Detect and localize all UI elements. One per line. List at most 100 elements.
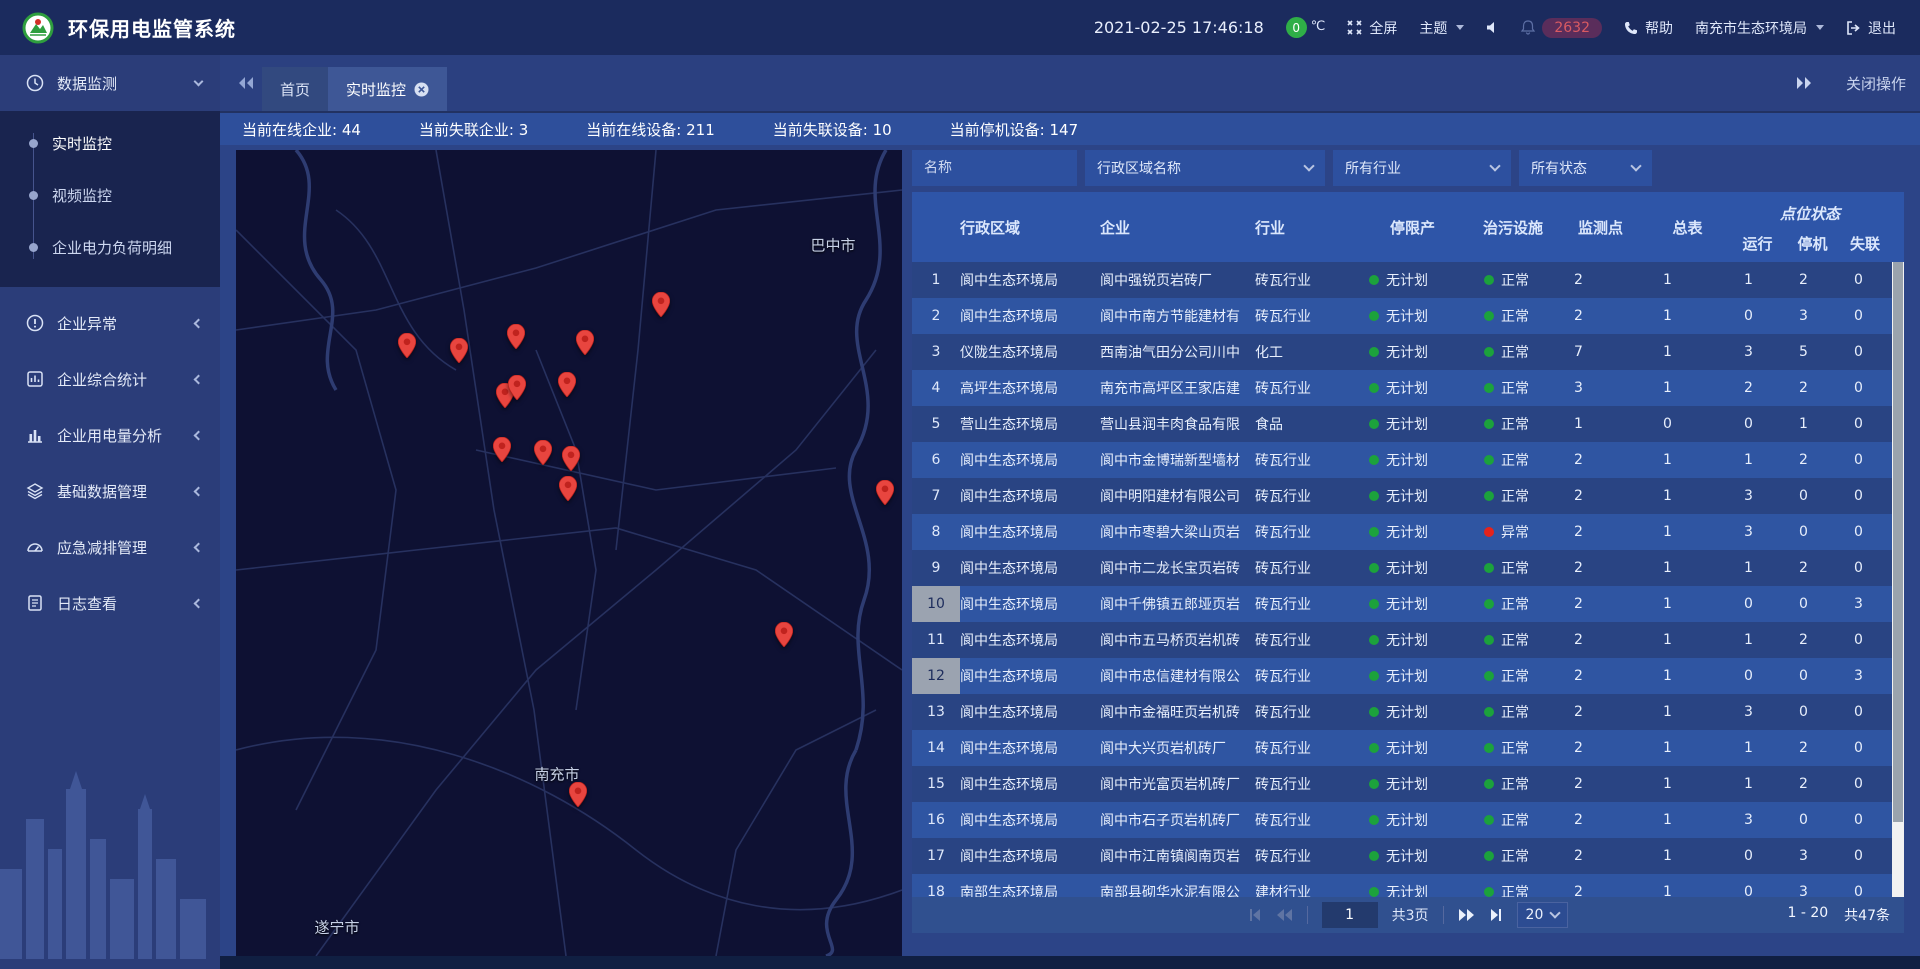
page-size-select[interactable]: 20 <box>1517 902 1569 928</box>
status-select[interactable]: 所有状态 <box>1519 150 1652 186</box>
cell-total: 1 <box>1645 658 1730 694</box>
facility-text: 正常 <box>1501 594 1529 614</box>
table-row[interactable]: 5营山生态环境局营山县润丰肉食品有限食品无计划正常10010 <box>912 406 1892 442</box>
table-row[interactable]: 8阆中生态环境局阆中市枣碧大梁山页岩砖瓦行业无计划异常21300 <box>912 514 1892 550</box>
map-pin-icon[interactable] <box>507 324 525 349</box>
status-dot-icon <box>1484 671 1494 681</box>
status-dot-icon <box>1484 851 1494 861</box>
map-pin-icon[interactable] <box>775 622 793 647</box>
map-pin-icon[interactable] <box>558 372 576 397</box>
table-row[interactable]: 6阆中生态环境局阆中市金博瑞新型墙材砖瓦行业无计划正常21120 <box>912 442 1892 478</box>
table-row[interactable]: 12阆中生态环境局阆中市忠信建材有限公砖瓦行业无计划正常21003 <box>912 658 1892 694</box>
bar-chart-icon <box>26 426 44 444</box>
cell-lost: 0 <box>1840 802 1890 838</box>
sidebar-item-company-abnormal[interactable]: 企业异常 <box>0 295 220 351</box>
tabs-scroll-right-button[interactable] <box>1796 76 1812 90</box>
tab-home[interactable]: 首页 <box>262 67 328 111</box>
tab-realtime-monitor[interactable]: 实时监控 <box>328 67 447 111</box>
chevron-down-icon <box>1489 160 1500 171</box>
sidebar-item-emergency-reduction[interactable]: 应急减排管理 <box>0 519 220 575</box>
sidebar-item-power-load-detail[interactable]: 企业电力负荷明细 <box>0 221 220 273</box>
region-select[interactable]: 行政区域名称 <box>1085 150 1325 186</box>
sidebar-item-log-view[interactable]: 日志查看 <box>0 575 220 631</box>
vertical-scrollbar[interactable] <box>1892 262 1904 897</box>
map-pin-icon[interactable] <box>562 446 580 471</box>
cell-index: 7 <box>912 478 960 514</box>
app-title: 环保用电监管系统 <box>68 13 236 42</box>
temperature-unit: ℃ <box>1311 19 1326 34</box>
notifications-button[interactable]: 2632 <box>1521 18 1602 38</box>
close-icon[interactable] <box>414 82 429 97</box>
next-page-button[interactable] <box>1458 908 1475 922</box>
column-group-point-status: 点位状态 运行 停机 失联 <box>1730 192 1890 262</box>
last-page-button[interactable] <box>1489 908 1503 922</box>
scrollbar-thumb[interactable] <box>1893 262 1903 822</box>
table-row[interactable]: 18南部生态环境局南部县砌华水泥有限公建材行业无计划正常21030 <box>912 874 1892 897</box>
cell-index: 17 <box>912 838 960 874</box>
cell-lost: 3 <box>1840 658 1890 694</box>
table-row[interactable]: 7阆中生态环境局阆中明阳建材有限公司砖瓦行业无计划正常21300 <box>912 478 1892 514</box>
org-selector[interactable]: 南充市生态环境局 <box>1695 18 1824 38</box>
fullscreen-button[interactable]: 全屏 <box>1347 18 1397 38</box>
map-pin-icon[interactable] <box>652 292 670 317</box>
status-dot-icon <box>1484 887 1494 897</box>
table-row[interactable]: 14阆中生态环境局阆中大兴页岩机砖厂砖瓦行业无计划正常21120 <box>912 730 1892 766</box>
cell-total: 1 <box>1645 586 1730 622</box>
table-row[interactable]: 11阆中生态环境局阆中市五马桥页岩机砖砖瓦行业无计划正常21120 <box>912 622 1892 658</box>
cell-facility: 正常 <box>1470 730 1556 766</box>
industry-select[interactable]: 所有行业 <box>1333 150 1511 186</box>
sidebar-item-base-data[interactable]: 基础数据管理 <box>0 463 220 519</box>
table-row[interactable]: 9阆中生态环境局阆中市二龙长宝页岩砖砖瓦行业无计划正常21120 <box>912 550 1892 586</box>
mute-button[interactable] <box>1486 21 1499 34</box>
map-pin-icon[interactable] <box>508 375 526 400</box>
table-row[interactable]: 1阆中生态环境局阆中强锐页岩砖厂砖瓦行业无计划正常21120 <box>912 262 1892 298</box>
limit-text: 无计划 <box>1386 774 1428 794</box>
limit-text: 无计划 <box>1386 342 1428 362</box>
top-header: 环保用电监管系统 2021-02-25 17:46:18 0 ℃ 全屏 主题 <box>0 0 1920 55</box>
cell-industry: 砖瓦行业 <box>1255 838 1355 874</box>
cell-lost: 0 <box>1840 838 1890 874</box>
map-pin-icon[interactable] <box>450 338 468 363</box>
status-dot-icon <box>1484 815 1494 825</box>
table-row[interactable]: 17阆中生态环境局阆中市江南镇阆南页岩砖瓦行业无计划正常21030 <box>912 838 1892 874</box>
tabs-scroll-left-button[interactable] <box>238 76 254 90</box>
cell-limit: 无计划 <box>1355 262 1470 298</box>
map-panel[interactable]: 巴中市南充市遂宁市 <box>236 150 902 956</box>
cell-facility: 异常 <box>1470 514 1556 550</box>
table-row[interactable]: 2阆中生态环境局阆中市南方节能建材有砖瓦行业无计划正常21030 <box>912 298 1892 334</box>
table-row[interactable]: 10阆中生态环境局阆中千佛镇五郎垭页岩砖瓦行业无计划正常21003 <box>912 586 1892 622</box>
theme-button[interactable]: 主题 <box>1419 18 1464 38</box>
sidebar-item-company-statistics[interactable]: 企业综合统计 <box>0 351 220 407</box>
help-button[interactable]: 帮助 <box>1624 18 1673 38</box>
first-page-button[interactable] <box>1248 908 1262 922</box>
pager-divider <box>1307 906 1308 924</box>
map-pin-icon[interactable] <box>569 782 587 807</box>
map-pin-icon[interactable] <box>493 437 511 462</box>
map-pin-icon[interactable] <box>398 333 416 358</box>
map-pin-icon[interactable] <box>576 330 594 355</box>
table-row[interactable]: 16阆中生态环境局阆中市石子页岩机砖厂砖瓦行业无计划正常21300 <box>912 802 1892 838</box>
table-row[interactable]: 15阆中生态环境局阆中市光富页岩机砖厂砖瓦行业无计划正常21120 <box>912 766 1892 802</box>
table-row[interactable]: 13阆中生态环境局阆中市金福旺页岩机砖砖瓦行业无计划正常21300 <box>912 694 1892 730</box>
sidebar-item-power-analysis[interactable]: 企业用电量分析 <box>0 407 220 463</box>
cell-lost: 3 <box>1840 586 1890 622</box>
map-pin-icon[interactable] <box>534 440 552 465</box>
filter-bar: 行政区域名称 所有行业 所有状态 <box>912 150 1904 186</box>
name-search-input[interactable] <box>912 150 1077 186</box>
sidebar-item-video-monitor[interactable]: 视频监控 <box>0 169 220 221</box>
cell-industry: 化工 <box>1255 334 1355 370</box>
cell-total: 1 <box>1645 874 1730 897</box>
sidebar-item-data-monitor[interactable]: 数据监测 <box>0 55 220 111</box>
map-pin-icon[interactable] <box>559 476 577 501</box>
cell-stop: 1 <box>1785 406 1840 442</box>
table-row[interactable]: 4高坪生态环境局南充市高坪区王家店建砖瓦行业无计划正常31220 <box>912 370 1892 406</box>
stat-item: 当前停机设备: 147 <box>950 119 1078 140</box>
sidebar-item-realtime-monitor[interactable]: 实时监控 <box>0 117 220 169</box>
table-row[interactable]: 3仪陇生态环境局西南油气田分公司川中化工无计划正常71350 <box>912 334 1892 370</box>
bell-icon <box>1521 20 1535 35</box>
logout-button[interactable]: 退出 <box>1846 18 1896 38</box>
map-pin-icon[interactable] <box>876 480 894 505</box>
close-operations-button[interactable]: 关闭操作 <box>1846 73 1906 94</box>
page-number-input[interactable] <box>1322 902 1378 928</box>
prev-page-button[interactable] <box>1276 908 1293 922</box>
